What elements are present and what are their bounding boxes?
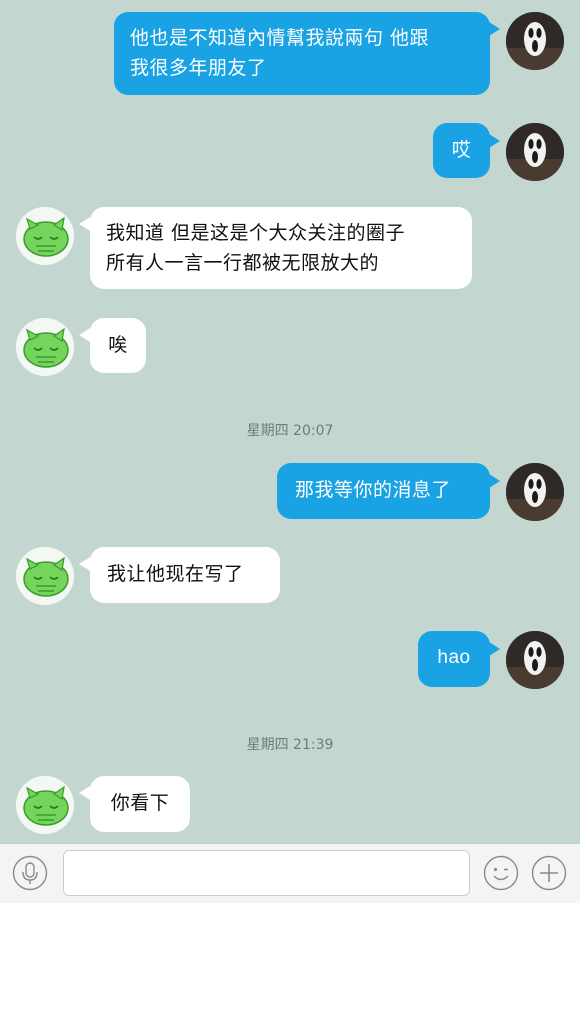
bubble-tail [489, 22, 500, 36]
plus-icon[interactable] [531, 855, 567, 891]
bubble-tail [79, 786, 90, 800]
incoming-message-bubble[interactable]: 我让他现在写了 [90, 547, 280, 603]
bubble-tail [489, 134, 500, 148]
message-row-incoming: 我知道 但是这是个大众关注的圈子 所有人一言一行都被无限放大的 [0, 207, 580, 291]
message-input-bar [0, 843, 580, 903]
contact-avatar[interactable] [16, 207, 74, 265]
message-line: 他也是不知道內情幫我說兩句 他跟 [130, 27, 430, 49]
timestamp-label: 星期四 21:39 [246, 737, 334, 753]
outgoing-message-bubble[interactable]: 哎 [433, 123, 490, 178]
message-line: 你看下 [110, 792, 170, 814]
message-line: 唉 [108, 334, 128, 356]
message-line: 那我等你的消息了 [295, 479, 452, 501]
message-row-incoming: 我让他现在写了 [0, 547, 580, 605]
message-line: 我知道 但是这是个大众关注的圈子 [106, 222, 406, 244]
message-row-outgoing: 那我等你的消息了 [0, 463, 580, 521]
contact-avatar[interactable] [16, 776, 74, 834]
message-line: 我让他现在写了 [107, 563, 244, 585]
self-avatar[interactable] [506, 463, 564, 521]
outgoing-message-bubble[interactable]: 那我等你的消息了 [277, 463, 490, 519]
microphone-icon[interactable] [12, 855, 48, 891]
self-avatar[interactable] [506, 12, 564, 70]
outgoing-message-bubble[interactable]: 他也是不知道內情幫我說兩句 他跟 我很多年朋友了 [114, 12, 490, 95]
outgoing-message-bubble[interactable]: hao [418, 631, 490, 687]
contact-avatar[interactable] [16, 547, 74, 605]
message-row-outgoing: 哎 [0, 123, 580, 181]
contact-avatar[interactable] [16, 318, 74, 376]
bubble-tail [489, 474, 500, 488]
bubble-tail [79, 328, 90, 342]
message-row-incoming: 唉 [0, 318, 580, 376]
incoming-message-bubble[interactable]: 你看下 [90, 776, 190, 832]
message-line: hao [437, 647, 471, 668]
timestamp-label: 星期四 20:07 [246, 423, 334, 439]
message-input[interactable] [63, 850, 470, 896]
bubble-tail [79, 217, 90, 231]
message-line: 我很多年朋友了 [130, 57, 267, 79]
message-line: 所有人一言一行都被无限放大的 [106, 252, 380, 274]
bubble-tail [489, 642, 500, 656]
chat-message-area[interactable]: 他也是不知道內情幫我說兩句 他跟 我很多年朋友了 哎 我知道 但是这是个大众关注… [0, 0, 580, 843]
message-row-outgoing: hao [0, 631, 580, 689]
incoming-message-bubble[interactable]: 我知道 但是这是个大众关注的圈子 所有人一言一行都被无限放大的 [90, 207, 472, 289]
bubble-tail [79, 557, 90, 571]
smiley-face-icon[interactable] [483, 855, 519, 891]
message-row-incoming: 你看下 [0, 776, 580, 834]
message-row-outgoing: 他也是不知道內情幫我說兩句 他跟 我很多年朋友了 [0, 12, 580, 96]
message-line: 哎 [451, 139, 472, 161]
self-avatar[interactable] [506, 631, 564, 689]
self-avatar[interactable] [506, 123, 564, 181]
incoming-message-bubble[interactable]: 唉 [90, 318, 146, 373]
